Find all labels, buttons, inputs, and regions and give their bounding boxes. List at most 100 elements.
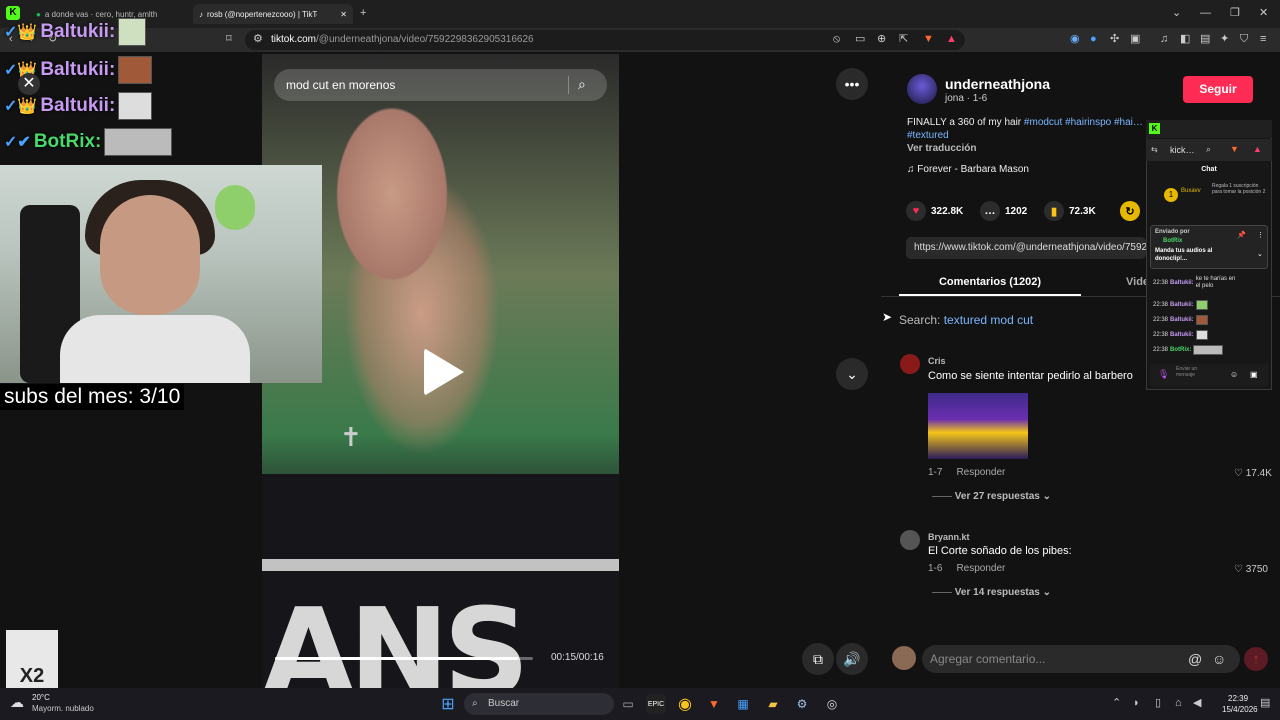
tab-comments[interactable]: Comentarios (1202) [899, 270, 1081, 296]
tab-tiktok[interactable]: ♪ rosb (@nopertenezcooo) | TikTok ✕ [193, 4, 353, 24]
comment-gif[interactable] [928, 393, 1028, 459]
kick-top-gifter[interactable]: Buxavv [1181, 188, 1201, 194]
kick-message-input[interactable]: 🎙 Enviar un mensaje ☺ ▣ [1150, 364, 1268, 386]
reply-button[interactable]: Responder [956, 563, 1005, 574]
epic-games-icon[interactable]: EPIC [646, 694, 666, 714]
search-icon[interactable]: ⌕ [578, 76, 586, 93]
pip-icon[interactable]: ⧉ [802, 643, 834, 675]
obs-icon[interactable]: ◎ [822, 694, 842, 714]
chrome-icon[interactable]: ◉ [675, 694, 695, 714]
follow-button[interactable]: Seguir [1183, 76, 1253, 103]
vpn-icon[interactable]: ⛉ [1240, 34, 1248, 45]
hashtag-link[interactable]: #hai… [1114, 117, 1143, 128]
related-search[interactable]: Search: textured mod cut [899, 313, 1033, 327]
tray-overflow-icon[interactable]: ⌃ [1112, 698, 1121, 709]
comment-stat[interactable]: … 1202 [980, 201, 1027, 221]
view-replies-button[interactable]: —— Ver 27 respuestas ⌄ [932, 491, 1051, 502]
bookmark-icon[interactable]: ⌑ [226, 34, 232, 45]
notification-icon[interactable]: ▤ [1260, 698, 1270, 709]
reply-button[interactable]: Responder [956, 467, 1005, 478]
hashtag-link[interactable]: #modcut [1024, 117, 1062, 128]
site-settings-icon[interactable]: ⚙ [253, 34, 263, 45]
zoom-icon[interactable]: ⊕ [877, 34, 886, 45]
video-link[interactable]: https://www.tiktok.com/@underneathjona/v… [906, 237, 1146, 259]
mic-icon[interactable]: 🎙 [1158, 369, 1169, 380]
hashtag-link[interactable]: #textured [907, 130, 949, 141]
next-video-icon[interactable]: ⌄ [836, 358, 868, 390]
kick-user[interactable]: Baltukii: [1170, 280, 1194, 286]
translate-icon[interactable]: ⦸ [833, 34, 840, 45]
steam-icon[interactable]: ⚙ [792, 694, 812, 714]
comment-author[interactable]: Cris [928, 356, 946, 366]
more-options-icon[interactable]: ••• [836, 68, 868, 100]
cast-icon[interactable]: ▭ [855, 34, 865, 45]
windows-start-icon[interactable]: ⊞ [438, 694, 458, 714]
view-replies-button[interactable]: —— Ver 14 respuestas ⌄ [932, 587, 1051, 598]
pinned-expand-icon[interactable]: ⌄ [1257, 250, 1263, 258]
media-icon[interactable]: ♫ [1160, 34, 1168, 45]
sidebar-icon[interactable]: ◧ [1180, 34, 1190, 45]
play-icon[interactable] [424, 348, 464, 396]
brave-shield-icon[interactable]: ▼ [923, 34, 934, 45]
pin-icon[interactable]: 📌 [1237, 231, 1246, 239]
network-icon[interactable]: ⌂ [1175, 698, 1182, 709]
new-tab-icon[interactable]: + [360, 8, 366, 19]
share-stat[interactable]: ↻ [1120, 201, 1140, 221]
kick-user[interactable]: BotRix: [1170, 347, 1191, 353]
emoji-icon[interactable]: ☺ [1212, 645, 1226, 673]
store-icon[interactable]: ▦ [733, 694, 753, 714]
audio-playing-icon[interactable]: ◉ [1070, 34, 1080, 45]
share-icon[interactable]: ⇱ [899, 34, 908, 45]
kick-emote-icon[interactable]: ☺ [1230, 370, 1238, 379]
pinned-more-icon[interactable]: ⋮ [1257, 231, 1264, 239]
tab-capture-icon[interactable]: ▣ [1130, 34, 1140, 45]
extensions-icon[interactable]: ✣ [1110, 34, 1119, 45]
maximize-icon[interactable]: ❐ [1230, 8, 1240, 19]
volume-tray-icon[interactable]: ◀ [1193, 698, 1201, 709]
kick-url[interactable]: kick… [1170, 145, 1195, 155]
search-input[interactable]: mod cut en morenos [274, 69, 607, 101]
leo-ai-icon[interactable]: ✦ [1220, 34, 1229, 45]
battery-icon[interactable]: ▯ [1155, 698, 1161, 709]
weather-desc[interactable]: Mayorm. nublado [32, 704, 94, 713]
kick-user[interactable]: Baltukii: [1170, 332, 1194, 338]
weather-cloud-icon[interactable]: ☁ [10, 694, 24, 711]
brave-icon[interactable]: ▼ [704, 694, 724, 714]
comment-like[interactable]: ♡ 3750 [1234, 564, 1268, 575]
translate-link[interactable]: Ver traducción [907, 143, 976, 154]
send-comment-button[interactable]: ↑ [1244, 647, 1268, 671]
wallet-icon[interactable]: ▤ [1200, 34, 1210, 45]
file-explorer-icon[interactable]: ▰ [763, 694, 783, 714]
comment-author[interactable]: Bryann.kt [928, 532, 970, 542]
menu-icon[interactable]: ≡ [1260, 34, 1266, 45]
minimize-icon[interactable]: — [1200, 8, 1211, 19]
kick-zoom-icon[interactable]: ⌕ [1206, 144, 1211, 155]
mention-icon[interactable]: @ [1188, 645, 1202, 673]
comment-avatar[interactable] [900, 530, 920, 550]
kick-gift-icon[interactable]: ▣ [1250, 370, 1258, 379]
brave-rewards-icon[interactable]: ▲ [946, 34, 957, 45]
clock-time[interactable]: 22:39 [1228, 694, 1248, 703]
close-tab-icon[interactable]: ✕ [340, 10, 347, 19]
close-window-icon[interactable]: ✕ [1259, 8, 1268, 19]
kick-settings-icon[interactable]: ⇆ [1151, 145, 1158, 154]
kick-user[interactable]: Baltukii: [1170, 302, 1194, 308]
clock-date[interactable]: 15/4/2026 [1222, 705, 1258, 714]
author-name[interactable]: underneathjona [945, 76, 1050, 92]
taskbar-search[interactable]: ⌕ Buscar [464, 693, 614, 715]
kick-user[interactable]: Baltukii: [1170, 317, 1194, 323]
kick-rewards-icon[interactable]: ▲ [1253, 144, 1262, 154]
discord-icon[interactable]: ◗ [1133, 698, 1140, 709]
comment-avatar[interactable] [900, 354, 920, 374]
comment-like[interactable]: ♡ 17.4K [1234, 468, 1272, 479]
kick-shield-icon[interactable]: ▼ [1230, 144, 1239, 154]
task-view-icon[interactable]: ▭ [618, 694, 638, 714]
weather-temp[interactable]: 20°C [32, 693, 50, 702]
avatar[interactable] [907, 74, 937, 104]
volume-icon[interactable]: 🔊 [836, 643, 868, 675]
close-icon[interactable]: ✕ [18, 73, 40, 95]
hashtag-link[interactable]: #hairinspo [1065, 117, 1111, 128]
extension-icon[interactable]: ● [1090, 34, 1097, 45]
save-stat[interactable]: ▮ 72.3K [1044, 201, 1096, 221]
comment-input[interactable]: Agregar comentario... @ ☺ [922, 645, 1240, 673]
